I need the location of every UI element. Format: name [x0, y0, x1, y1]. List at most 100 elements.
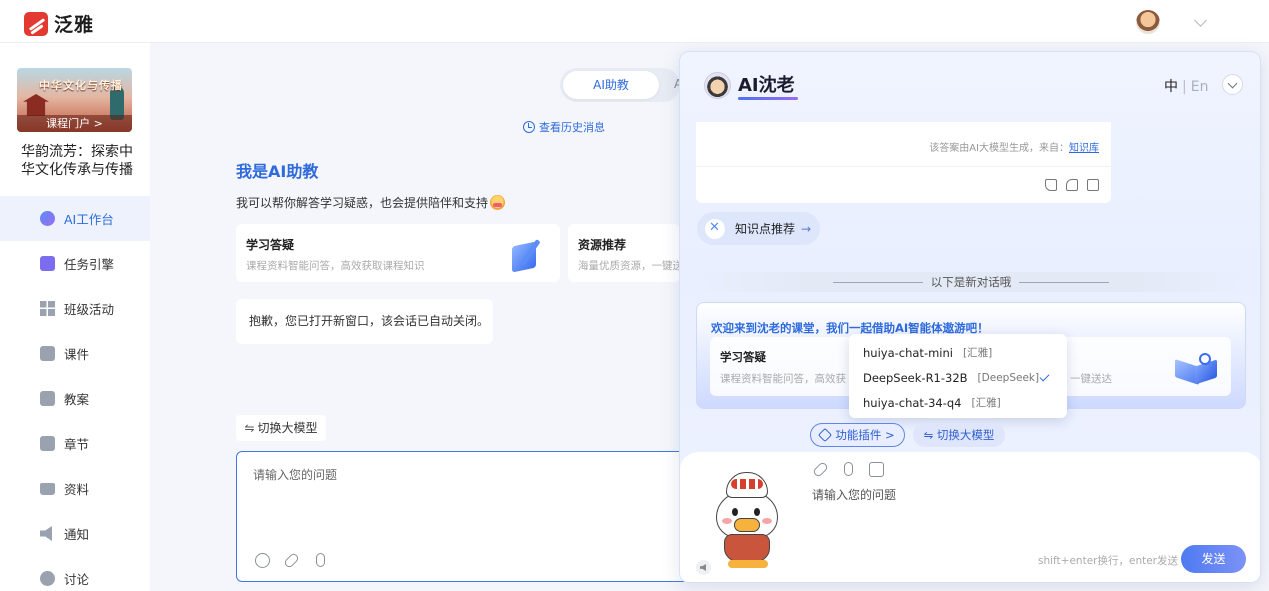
ai-panel-header: AI沈老 中 | En [680, 52, 1260, 122]
ai-question-input[interactable] [812, 486, 1212, 546]
knowledge-point-icon [705, 218, 725, 239]
ai-avatar [704, 72, 731, 99]
sidebar-item-label: 讨论 [64, 572, 90, 587]
emoji-icon[interactable] [255, 553, 270, 568]
link-icon[interactable] [812, 461, 829, 478]
feature-card-qa[interactable]: 学习答疑 课程资料智能问答，高效获取课程知识 [236, 224, 560, 282]
ai-chat-panel: AI沈老 中|En 该答案由AI大模型生成，来自：知识库 知识点推荐 → 以下是… [679, 51, 1261, 583]
ai-name: AI沈老 [738, 75, 795, 96]
model-name: huiya-chat-mini [863, 345, 953, 360]
course-name: 华韵流芳：探索中华文化传承与传播 [21, 144, 133, 178]
history-link[interactable]: 查看历史消息 [523, 119, 605, 135]
assistant-tabs: AI助教 A [560, 68, 682, 102]
new-topic-label: 以下是新对话哦 [930, 275, 1012, 289]
answer-card: 该答案由AI大模型生成，来自：知识库 [696, 122, 1111, 203]
page-title: 我是AI助教 [236, 162, 319, 181]
plugin-label: 功能插件 > [835, 428, 895, 442]
model-option-huiya-chat-34-q4[interactable]: huiya-chat-34-q4 [汇雅] [849, 390, 1067, 415]
copy-icon[interactable] [1087, 179, 1099, 191]
model-tag: [汇雅] [962, 347, 993, 359]
sidebar-item-task-engine[interactable]: 任务引擎 [0, 241, 150, 286]
lang-zh[interactable]: 中 [1164, 79, 1178, 95]
sidebar-item-courseware[interactable]: 课件 [0, 331, 150, 376]
ai-input-toolbar [812, 461, 884, 478]
model-option-huiya-chat-mini[interactable]: huiya-chat-mini [汇雅] [849, 340, 1067, 365]
ai-input-area: shift+enter换行，enter发送 发送 [680, 452, 1260, 582]
model-tag: [DeepSeek] [977, 371, 1040, 384]
sidebar-item-chapter[interactable]: 章节 [0, 421, 150, 466]
card-desc: 海量优质资源，一键送达 [578, 260, 680, 272]
knowledge-base-link[interactable]: 知识库 [1069, 143, 1099, 154]
feature-card-resources[interactable]: 资源推荐 海量优质资源，一键送达 [568, 224, 680, 282]
knowledge-label: 知识点推荐 [735, 222, 796, 236]
sidebar-item-class-activity[interactable]: 班级活动 [0, 286, 150, 331]
switch-model-label: 切换大模型 [257, 421, 318, 435]
model-name: huiya-chat-34-q4 [863, 395, 962, 410]
microphone-icon[interactable] [316, 553, 325, 567]
card-desc: 课程资料智能问答，高效获 [720, 373, 846, 385]
sidebar-item-notice[interactable]: 通知 [0, 511, 150, 556]
app-logo[interactable]: 泛雅 [24, 10, 94, 37]
intro-text: 我可以帮你解答学习疑惑，也会提供陪伴和支持 [236, 194, 506, 211]
sidebar-item-label: 教案 [64, 392, 90, 407]
microphone-icon[interactable] [844, 462, 853, 476]
chat-bubble-icon[interactable] [869, 462, 884, 477]
new-topic-divider: 以下是新对话哦 [696, 272, 1246, 292]
language-switch: 中 | En [1164, 76, 1208, 96]
link-icon[interactable] [283, 552, 300, 569]
course-portal-link[interactable]: 课程门户 > [17, 115, 132, 132]
check-icon [1039, 371, 1050, 382]
tab-ai-assistant[interactable]: AI助教 [563, 71, 659, 99]
arrow-right-icon: → [801, 221, 812, 236]
chevron-down-icon[interactable] [1194, 14, 1207, 27]
thumbs-up-icon[interactable] [1045, 179, 1057, 191]
card-title: 学习答疑 [720, 350, 766, 364]
lang-separator: | [1182, 79, 1187, 95]
sidebar-item-label: AI工作台 [64, 212, 114, 227]
answer-source-prefix: 该答案由AI大模型生成，来自： [929, 143, 1069, 154]
book-pen-icon [512, 238, 546, 273]
sidebar-item-materials[interactable]: 资料 [0, 466, 150, 511]
card-desc-tail: 一键送达 [1070, 373, 1112, 385]
sidebar-item-label: 任务引擎 [64, 257, 115, 272]
sidebar-item-label: 通知 [64, 527, 90, 542]
lesson-plan-icon [40, 391, 55, 406]
panel-collapse-toggle[interactable] [1222, 74, 1243, 95]
knowledge-recommend-button[interactable]: 知识点推荐 → [697, 212, 820, 245]
model-name: DeepSeek-R1-32B [863, 370, 968, 385]
answer-source: 该答案由AI大模型生成，来自：知识库 [929, 139, 1099, 154]
input-toolbar [255, 552, 328, 569]
course-cover-title: 中华文化与传播 [39, 79, 123, 92]
model-option-deepseek-r1-32b[interactable]: DeepSeek-R1-32B [DeepSeek] [849, 365, 1067, 390]
sidebar-item-label: 章节 [64, 437, 90, 452]
switch-icon: ⇋ [244, 421, 255, 435]
folder-icon [40, 482, 55, 495]
ai-icon [40, 211, 55, 226]
thumbs-down-icon[interactable] [1066, 179, 1078, 191]
plugin-icon [818, 427, 833, 443]
card-title: 资源推荐 [578, 238, 627, 252]
model-dropdown: huiya-chat-mini [汇雅] DeepSeek-R1-32B [Deep… [849, 334, 1067, 418]
course-cover[interactable]: 中华文化与传播 课程门户 > [17, 68, 132, 132]
grid-icon [40, 301, 55, 316]
courseware-icon [40, 346, 55, 361]
lang-en[interactable]: En [1191, 79, 1209, 95]
user-avatar[interactable] [1136, 10, 1160, 34]
card-desc: 课程资料智能问答，高效获取课程知识 [246, 260, 425, 272]
session-closed-notice: 抱歉，您已打开新窗口，该会话已自动关闭。 [236, 299, 493, 344]
volume-icon[interactable] [696, 560, 711, 575]
sidebar-item-discussion[interactable]: 讨论 [0, 556, 150, 591]
sidebar-item-ai-workbench[interactable]: AI工作台 [0, 196, 150, 241]
sidebar-item-label: 班级活动 [64, 302, 115, 317]
panel-switch-model-button[interactable]: ⇋ 切换大模型 [913, 423, 1005, 447]
question-input[interactable] [253, 466, 673, 526]
input-hint: shift+enter换行，enter发送 [1038, 555, 1178, 567]
send-button[interactable]: 发送 [1181, 545, 1246, 573]
top-bar: 泛雅 [0, 0, 1269, 43]
plugin-button[interactable]: 功能插件 > [810, 423, 905, 447]
switch-model-button[interactable]: ⇋ 切换大模型 [236, 415, 326, 441]
sidebar-item-lesson-plan[interactable]: 教案 [0, 376, 150, 421]
duck-mascot [710, 470, 786, 570]
switch-model-label: 切换大模型 [936, 428, 995, 442]
pavilion-illustration [23, 94, 49, 116]
